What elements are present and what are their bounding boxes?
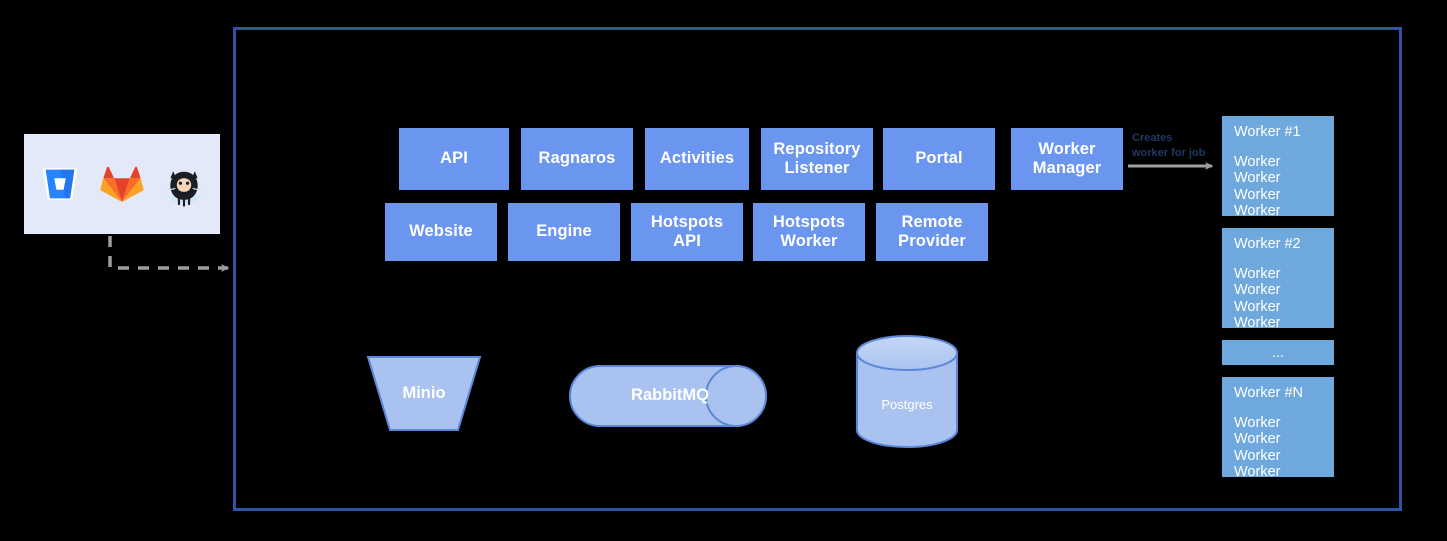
bitbucket-icon[interactable] <box>37 161 83 207</box>
service-box-worker-manager[interactable]: Worker Manager <box>1011 128 1123 190</box>
github-icon[interactable] <box>161 161 207 207</box>
service-box-remote-provider[interactable]: Remote Provider <box>876 203 988 261</box>
worker-panel-worker-n[interactable]: Worker #N Worker Worker Worker Worker <box>1222 377 1334 480</box>
service-box-activities[interactable]: Activities <box>645 128 749 190</box>
service-box-repository-listener[interactable]: Repository Listener <box>761 128 873 190</box>
worker-panel-worker-2[interactable]: Worker #2 Worker Worker Worker Worker <box>1222 228 1334 331</box>
worker-line: Worker <box>1234 447 1281 464</box>
worker-line: Worker <box>1234 186 1281 203</box>
service-box-hotspots-worker[interactable]: Hotspots Worker <box>753 203 865 261</box>
service-box-api[interactable]: API <box>399 128 509 190</box>
service-box-ragnaros[interactable]: Ragnaros <box>521 128 633 190</box>
worker-line: Worker <box>1234 431 1281 448</box>
worker-line: Worker <box>1234 154 1281 171</box>
service-box-hotspots-api[interactable]: Hotspots API <box>631 203 743 261</box>
worker-line: Worker <box>1234 463 1281 480</box>
dashed-connector-path <box>108 236 230 272</box>
worker-line: Worker <box>1234 314 1281 331</box>
creates-worker-label-line1: Creates <box>1132 132 1173 144</box>
worker-line: Worker <box>1234 170 1281 187</box>
worker-panel-title: Worker #2 <box>1234 236 1301 252</box>
worker-line: Worker <box>1234 415 1281 432</box>
service-box-engine[interactable]: Engine <box>508 203 620 261</box>
source-control-panel <box>24 134 220 234</box>
worker-panel-ellipsis: ... <box>1222 340 1334 365</box>
service-box-portal[interactable]: Portal <box>883 128 995 190</box>
creates-worker-label: Creates worker for job <box>1132 131 1222 161</box>
worker-line: Worker <box>1234 266 1281 283</box>
creates-worker-label-line2: worker for job <box>1132 146 1206 159</box>
worker-panel-title: Worker #N <box>1234 385 1304 401</box>
gitlab-icon[interactable] <box>99 161 145 207</box>
worker-line: Worker <box>1234 282 1281 299</box>
worker-panel-worker-1[interactable]: Worker #1 Worker Worker Worker Worker <box>1222 116 1334 219</box>
worker-line: Worker <box>1234 298 1281 315</box>
worker-line: Worker <box>1234 202 1281 219</box>
worker-panel-title: Worker #1 <box>1234 124 1301 140</box>
service-box-website[interactable]: Website <box>385 203 497 261</box>
